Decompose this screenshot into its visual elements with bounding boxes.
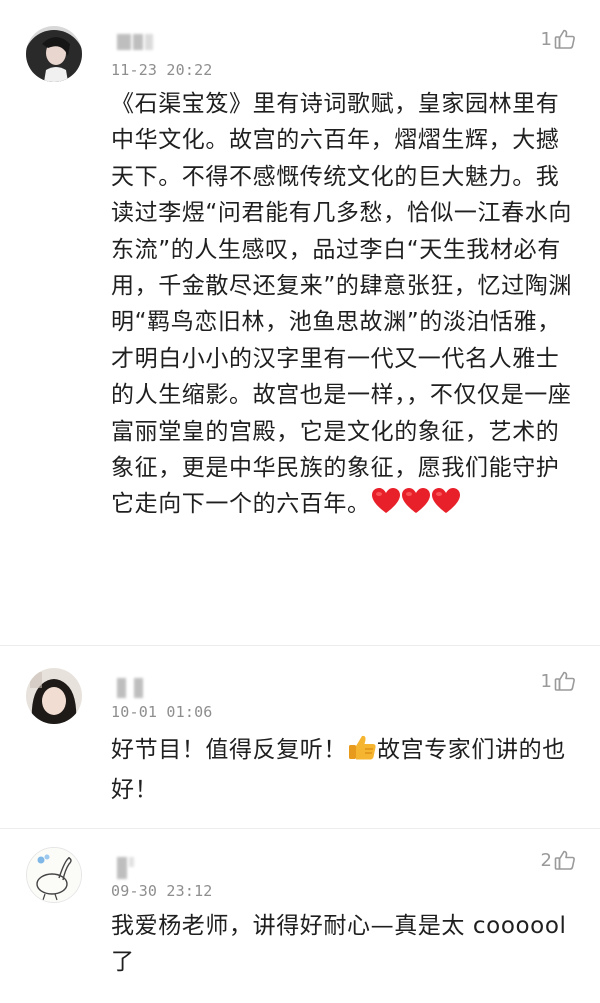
comment-text-content: 《石渠宝笈》里有诗词歌赋，皇家园林里有中华文化。故宫的六百年，熠熠生辉，大撼天下… <box>111 91 572 518</box>
thumbs-up-outline-icon <box>554 670 576 692</box>
comment-timestamp: 10-01 01:06 <box>111 703 213 721</box>
like-count: 2 <box>540 850 552 871</box>
avatar[interactable] <box>26 847 82 903</box>
comment-text: 《石渠宝笈》里有诗词歌赋，皇家园林里有中华文化。故宫的六百年，熠熠生辉，大撼天下… <box>111 86 573 527</box>
like-button[interactable]: 1 <box>541 28 576 50</box>
comment-timestamp: 11-23 20:22 <box>111 61 213 79</box>
red-heart-icon <box>371 487 401 526</box>
red-heart-icon <box>401 487 431 526</box>
comment-timestamp: 09-30 23:12 <box>111 882 213 900</box>
username-blurred <box>117 857 134 879</box>
thumbs-up-outline-icon <box>554 28 576 50</box>
username-blurred <box>117 678 143 698</box>
like-count: 1 <box>540 671 552 692</box>
comment-text: 我爱杨老师，讲得好耐心—真是太 coooool 了 <box>111 908 573 981</box>
thumbs-up-icon <box>347 733 377 772</box>
comment-item: 10-01 01:06 1 好节目！值得反复听！ 故宫专家们讲的也好！ <box>0 646 600 828</box>
comment-item: 11-23 20:22 1 《石渠宝笈》里有诗词歌赋，皇家园林里有中华文化。故宫… <box>0 0 600 645</box>
like-button[interactable]: 2 <box>541 849 576 871</box>
comment-text-content: 我爱杨老师，讲得好耐心—真是太 coooool 了 <box>111 913 567 976</box>
like-count: 1 <box>540 29 552 50</box>
avatar[interactable] <box>26 26 82 82</box>
red-heart-icon <box>431 487 461 526</box>
username-blurred <box>117 34 153 52</box>
thumbs-up-outline-icon <box>554 849 576 871</box>
like-button[interactable]: 1 <box>541 670 576 692</box>
comment-text: 好节目！值得反复听！ 故宫专家们讲的也好！ <box>111 732 573 809</box>
comment-item: 09-30 23:12 2 我爱杨老师，讲得好耐心—真是太 coooool 了 <box>0 829 600 1003</box>
comment-text-content: 好节目！值得反复听！ <box>111 737 347 763</box>
avatar[interactable] <box>26 668 82 724</box>
